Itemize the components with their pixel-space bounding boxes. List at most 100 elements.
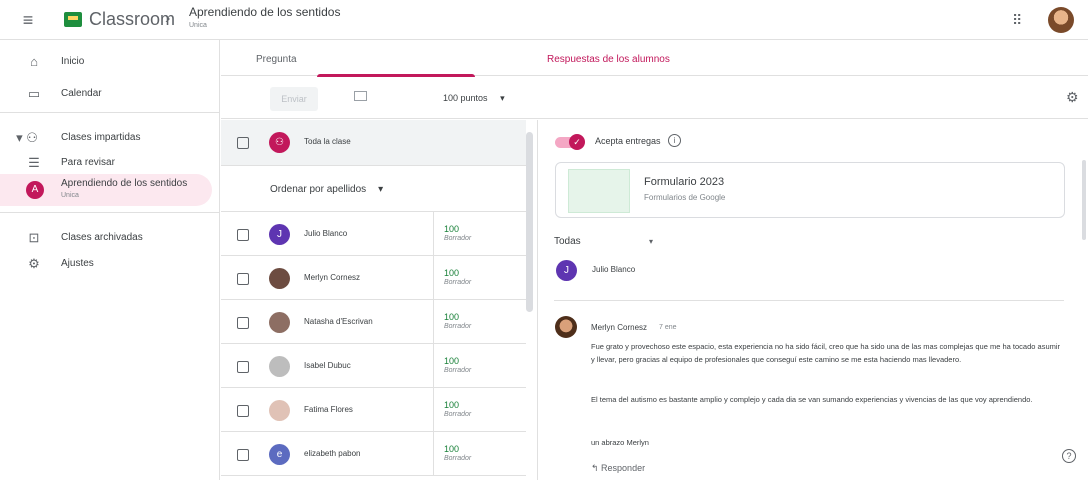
scrollbar[interactable] [1082, 160, 1086, 240]
course-subtitle: Unica [189, 22, 207, 29]
classroom-logo-icon[interactable] [64, 12, 82, 27]
avatar [269, 312, 290, 333]
sidebar-item-course[interactable]: A Aprendiendo de los sentidos Unica [0, 174, 212, 206]
sidebar-item-label: Clases archivadas [61, 232, 143, 243]
help-icon[interactable]: ? [1062, 449, 1076, 463]
app-name[interactable]: Classroom [89, 9, 175, 30]
info-icon[interactable]: i [668, 134, 681, 147]
sidebar-item-sublabel: Unica [61, 192, 79, 199]
sidebar-item-calendar[interactable]: ▭ Calendar [0, 78, 212, 110]
checkbox[interactable] [237, 317, 249, 329]
grade-status: Borrador [444, 367, 472, 374]
send-button[interactable]: Enviar [270, 87, 318, 111]
avatar [269, 400, 290, 421]
sidebar-item-ajustes[interactable]: ⚙ Ajustes [0, 248, 212, 280]
grade-value[interactable]: 100 [444, 356, 459, 366]
avatar [269, 356, 290, 377]
sort-label: Ordenar por apellidos ▾ [270, 184, 384, 195]
sidebar: ⌂ Inicio ▭ Calendar ▾ ⚇ Clases impartida… [0, 40, 220, 480]
divider [433, 212, 434, 256]
list-item[interactable]: e elizabeth pabon 100 Borrador [221, 432, 526, 476]
list-item[interactable]: Natasha d'Escrivan 100 Borrador [221, 300, 526, 344]
filter-dropdown[interactable]: Todas [554, 236, 581, 247]
check-icon[interactable]: ✓ [569, 134, 585, 150]
divider [433, 432, 434, 476]
sidebar-item-label: Clases impartidas [61, 132, 141, 143]
attachment-title: Formulario 2023 [644, 176, 725, 188]
checkbox[interactable] [237, 137, 249, 149]
checkbox[interactable] [237, 449, 249, 461]
grade-status: Borrador [444, 323, 472, 330]
attachment-card[interactable]: Formulario 2023 Formularios de Google [555, 162, 1065, 218]
people-icon: ▾ ⚇ [16, 130, 38, 145]
comment-paragraph: El tema del autismo es bastante amplio y… [591, 395, 1033, 404]
points-value: 100 puntos [443, 93, 488, 103]
chevron-down-icon: ▾ [378, 184, 384, 195]
sidebar-item-label: Calendar [61, 88, 102, 99]
checkbox[interactable] [237, 361, 249, 373]
list-item[interactable]: Merlyn Cornesz 100 Borrador [221, 256, 526, 300]
checkbox[interactable] [237, 229, 249, 241]
gear-icon: ⚙ [28, 256, 40, 271]
avatar: J [556, 260, 577, 281]
checkbox[interactable] [237, 273, 249, 285]
calendar-icon: ▭ [27, 86, 41, 101]
course-title[interactable]: Aprendiendo de los sentidos [189, 5, 340, 19]
form-thumbnail [568, 169, 630, 213]
sidebar-item-inicio[interactable]: ⌂ Inicio [0, 46, 212, 78]
divider [554, 300, 1064, 301]
divider [433, 344, 434, 388]
sort-dropdown[interactable]: Ordenar por apellidos ▾ [221, 166, 526, 212]
checkbox[interactable] [237, 405, 249, 417]
menu-icon[interactable]: ≡ [16, 8, 40, 32]
tab-respuestas[interactable]: Respuestas de los alumnos [547, 54, 670, 65]
grade-value[interactable]: 100 [444, 268, 459, 278]
attachment-subtitle: Formularios de Google [644, 193, 726, 202]
all-class-label: Toda la clase [304, 137, 351, 146]
divider [433, 388, 434, 432]
grade-value[interactable]: 100 [444, 444, 459, 454]
grade-value[interactable]: 100 [444, 312, 459, 322]
mail-icon[interactable] [354, 91, 367, 101]
student-name: Julio Blanco [304, 229, 348, 238]
grade-value[interactable]: 100 [444, 400, 459, 410]
list-item[interactable]: J Julio Blanco 100 Borrador [221, 212, 526, 256]
chevron-down-icon: ▾ [500, 93, 505, 103]
archive-icon: ⊡ [28, 230, 40, 245]
sidebar-item-label: Inicio [61, 56, 85, 67]
detail-pane: ✓ Acepta entregas i Formulario 2023 Form… [539, 120, 1088, 480]
scrollbar[interactable] [526, 132, 533, 312]
breadcrumb-separator: › [165, 10, 171, 27]
student-name: Julio Blanco [592, 265, 636, 274]
list-item-all[interactable]: ⚇ Toda la clase [221, 120, 526, 166]
student-name: Natasha d'Escrivan [304, 317, 373, 326]
course-avatar: A [26, 181, 44, 199]
divider [433, 300, 434, 344]
settings-icon[interactable]: ⚙ [1066, 89, 1079, 106]
sidebar-item-label: Ajustes [61, 258, 94, 269]
account-avatar[interactable] [1048, 7, 1074, 33]
comment-time: 7 ene [659, 324, 677, 331]
home-icon: ⌂ [30, 54, 38, 69]
list-item[interactable]: Isabel Dubuc 100 Borrador [221, 344, 526, 388]
divider [433, 256, 434, 300]
reply-button[interactable]: ↰ Responder [591, 463, 645, 474]
tab-bar: Pregunta Respuestas de los alumnos [221, 40, 1088, 77]
apps-grid-icon[interactable]: ⠿ [1012, 13, 1026, 27]
grade-status: Borrador [444, 455, 472, 462]
sidebar-item-label: Para revisar [61, 157, 115, 168]
student-name: Isabel Dubuc [304, 361, 351, 370]
top-bar: ≡ Classroom › Aprendiendo de los sentido… [0, 0, 1088, 40]
avatar [269, 268, 290, 289]
student-name: Merlyn Cornesz [304, 273, 361, 282]
avatar: e [269, 444, 290, 465]
sidebar-divider [0, 112, 220, 113]
student-name: elizabeth pabon [304, 449, 361, 458]
list-item[interactable]: Fatima Flores 100 Borrador [221, 388, 526, 432]
points-dropdown[interactable]: 100 puntos ▾ [443, 93, 505, 104]
grade-value[interactable]: 100 [444, 224, 459, 234]
tab-pregunta[interactable]: Pregunta [256, 54, 297, 65]
chevron-down-icon[interactable]: ▾ [649, 237, 653, 246]
avatar [555, 316, 577, 338]
grade-status: Borrador [444, 279, 472, 286]
